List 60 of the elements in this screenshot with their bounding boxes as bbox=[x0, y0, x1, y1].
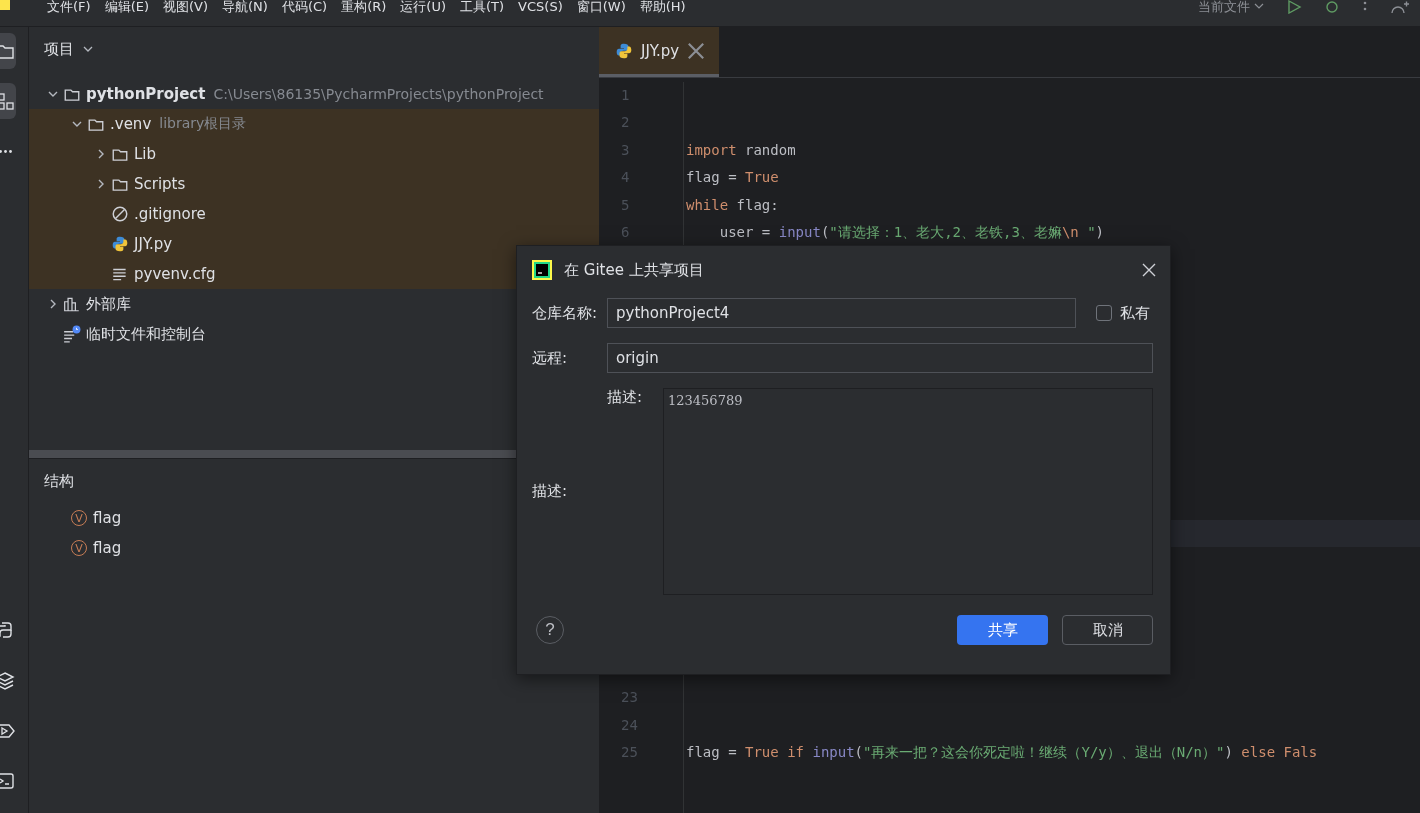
python-file-icon bbox=[111, 235, 129, 253]
tree-item[interactable]: 临时文件和控制台 bbox=[61, 324, 206, 344]
field-label: 仓库名称: bbox=[532, 303, 599, 323]
ignore-file-icon bbox=[111, 205, 129, 223]
code-line: user = input("请选择：1、老大,2、老铁,3、老嫲\n ") bbox=[718, 223, 1105, 240]
tree-item[interactable]: Lib bbox=[109, 145, 157, 163]
panel-title[interactable]: 项目 bbox=[44, 39, 74, 59]
code-line: import random bbox=[686, 141, 796, 158]
tree-item[interactable]: .gitignore bbox=[109, 205, 206, 223]
run-icon[interactable] bbox=[1286, 0, 1302, 14]
add-user-icon[interactable] bbox=[1390, 0, 1410, 14]
tool-window-button[interactable] bbox=[0, 83, 16, 119]
private-checkbox[interactable]: 私有 bbox=[1096, 303, 1150, 323]
tree-item[interactable]: JJY.py bbox=[109, 235, 173, 253]
scratch-icon bbox=[63, 325, 81, 343]
close-icon[interactable] bbox=[1141, 262, 1157, 278]
layers-icon bbox=[0, 670, 16, 692]
code-line: flag = True if input("再来一把？这会你死定啦！继续（Y/y）、退出（N/n）") else Fals bbox=[686, 744, 1318, 761]
menu-item[interactable]: 帮助(H) bbox=[632, 0, 693, 14]
share-button[interactable]: 共享 bbox=[957, 615, 1048, 645]
tree-item[interactable]: pyvenv.cfg bbox=[109, 265, 216, 283]
menu-item[interactable]: 代码(C) bbox=[274, 0, 335, 14]
remote-field[interactable]: origin bbox=[607, 343, 1153, 373]
description-field[interactable]: 123456789 bbox=[663, 388, 1153, 595]
python-file-icon bbox=[615, 41, 633, 60]
tree-item[interactable]: Scripts bbox=[109, 175, 186, 193]
more-icon bbox=[0, 149, 12, 153]
tree-item[interactable]: .venv library根目录 bbox=[85, 115, 247, 133]
library-icon bbox=[63, 295, 81, 313]
debug-icon[interactable] bbox=[1324, 0, 1340, 14]
code-line: flag = True bbox=[686, 169, 779, 186]
field-label: 远程: bbox=[532, 348, 569, 368]
menu-item[interactable]: 工具(T) bbox=[453, 0, 512, 14]
menu-item[interactable]: 编辑(E) bbox=[97, 0, 156, 14]
structure-icon bbox=[0, 90, 16, 112]
app-logo-icon bbox=[0, 0, 10, 10]
dialog-title: 在 Gitee 上共享项目 bbox=[564, 260, 704, 280]
field-label: 描述: bbox=[607, 388, 643, 406]
menu-item[interactable]: 导航(N) bbox=[215, 0, 275, 14]
tree-item[interactable]: pythonProject C:\Users\86135\PycharmProjects\pythonProject bbox=[61, 85, 544, 103]
close-icon[interactable] bbox=[687, 41, 706, 60]
tree-item[interactable]: 外部库 bbox=[61, 294, 131, 314]
menu-item[interactable]: 窗口(W) bbox=[569, 0, 633, 14]
menu-item[interactable]: 文件(F) bbox=[40, 0, 98, 14]
terminal-icon bbox=[0, 770, 16, 792]
editor-tab[interactable]: JJY.py bbox=[599, 27, 720, 77]
menu-item[interactable]: 视图(V) bbox=[156, 0, 216, 14]
field-label: 描述: bbox=[532, 482, 568, 501]
menu-item[interactable]: 运行(U) bbox=[393, 0, 453, 14]
repository-name-field[interactable]: pythonProject4 bbox=[607, 298, 1076, 328]
cancel-button[interactable]: 取消 bbox=[1062, 615, 1153, 645]
structure-item[interactable]: flag bbox=[93, 539, 122, 557]
run-configuration-dropdown[interactable]: 当前文件 bbox=[1198, 0, 1264, 14]
menu-item[interactable]: 重构(R) bbox=[334, 0, 394, 14]
panel-title: 结构 bbox=[44, 471, 74, 491]
tool-window-button[interactable] bbox=[0, 33, 16, 69]
code-line: while flag: bbox=[686, 196, 779, 213]
menu-item[interactable]: VCS(S) bbox=[511, 0, 570, 14]
structure-item[interactable]: flag bbox=[93, 509, 122, 527]
app-logo-icon bbox=[532, 260, 552, 280]
